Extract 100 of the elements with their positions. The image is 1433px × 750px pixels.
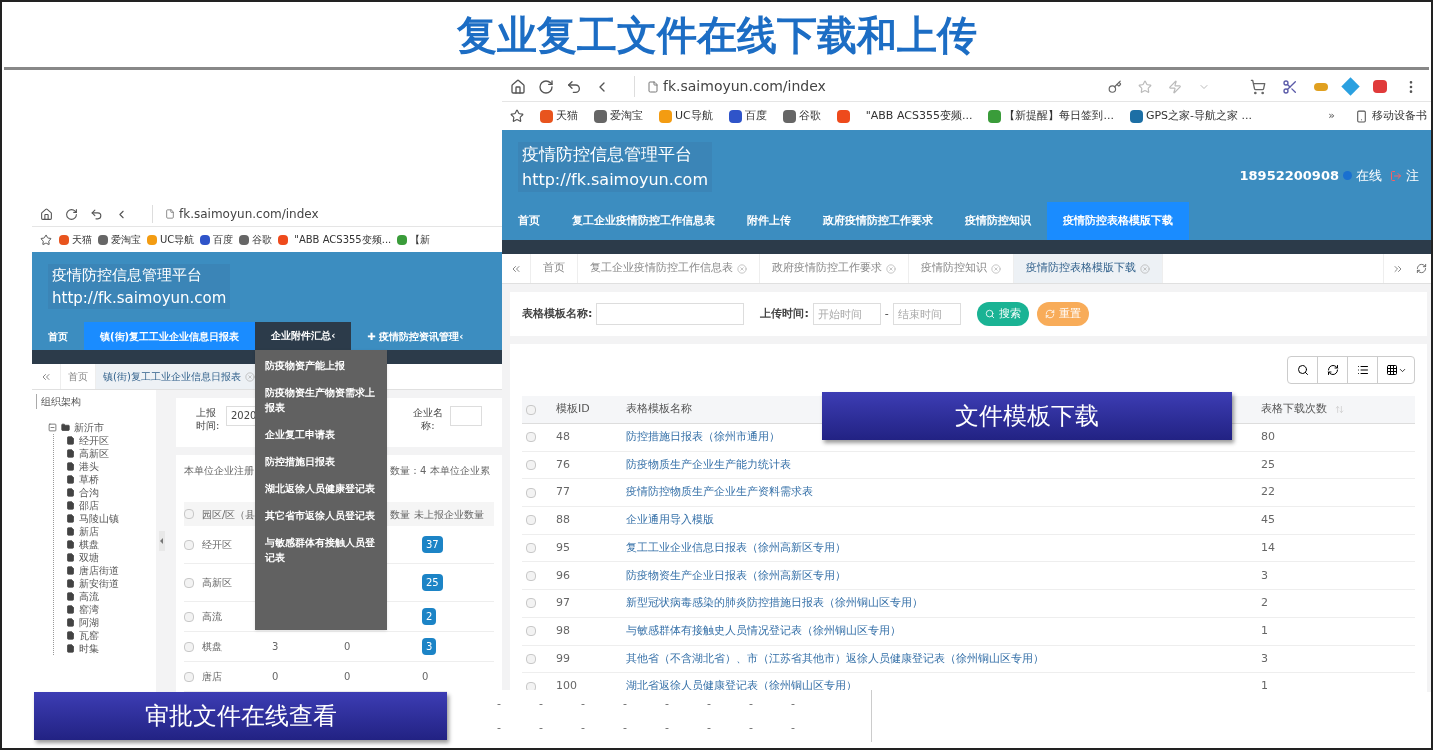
page-tab[interactable]: 首页 xyxy=(531,254,578,283)
bookmark-link[interactable]: 爱淘宝 xyxy=(111,232,141,247)
table-cell-text: 96 xyxy=(556,567,571,584)
nav-item[interactable]: 政府疫情防控工作要求 xyxy=(807,202,949,240)
table-cell-text: 45 xyxy=(1261,512,1276,529)
range-separator: - xyxy=(884,305,889,322)
table-cell: - xyxy=(706,695,711,712)
tree-item[interactable]: 棋盘 xyxy=(79,537,99,552)
tree-item[interactable]: 时集 xyxy=(79,641,99,656)
template-link[interactable]: 防控措施日报表（徐州市通用） xyxy=(626,429,780,446)
start-time-field[interactable]: 开始时间 xyxy=(812,303,881,325)
menu-item[interactable]: 湖北返徐人员健康登记表 xyxy=(265,481,377,496)
template-link[interactable]: 防疫物质生产企业生产能力统计表 xyxy=(626,456,791,474)
url-text: fk.saimoyun.com/index xyxy=(663,77,826,96)
page-tab[interactable]: 政府疫情防控工作要求 xyxy=(760,254,909,283)
column-header[interactable]: 表格下载次数 xyxy=(1261,401,1327,418)
tree-item[interactable]: 马陵山镇 xyxy=(79,511,119,526)
nav-item[interactable]: 企业附件汇总‹ xyxy=(255,322,352,350)
bookmark-link[interactable]: 【新 xyxy=(410,232,431,247)
menu-item[interactable]: 防疫物资生产物资需求上报表 xyxy=(265,385,377,415)
menu-item[interactable]: 防控措施日报表 xyxy=(265,454,377,469)
menu-item[interactable]: 企业复工申请表 xyxy=(265,427,377,442)
tree-item[interactable]: 新安街道 xyxy=(79,576,119,591)
nav-item[interactable]: 附件上传 xyxy=(731,202,807,240)
page-tab[interactable]: 疫情防控表格模版下载 xyxy=(1014,254,1163,283)
table-cell-text: 棋盘 xyxy=(202,640,222,654)
table-cell-text: - xyxy=(706,720,711,736)
template-link[interactable]: 其他省（不含湖北省）、市（江苏省其他市）返徐人员健康登记表（徐州铜山区专用） xyxy=(626,650,1044,668)
site-url: http://fk.saimoyun.com xyxy=(522,168,708,191)
summary-text: 数量：4 本单位企业累 xyxy=(390,464,490,478)
tree-item[interactable]: 唐店街道 xyxy=(79,563,119,578)
nav-item[interactable]: ✚ 疫情防控资讯管理‹ xyxy=(351,322,480,350)
table-cell-text: 经开区 xyxy=(202,538,232,552)
bookmark-link[interactable]: UC导航 xyxy=(160,232,195,247)
bookmark-link[interactable]: 天猫 xyxy=(72,232,92,247)
site-url: http://fk.saimoyun.com xyxy=(52,287,227,309)
table-cell-text: 0 xyxy=(344,640,351,654)
end-time-field[interactable]: 结束时间 xyxy=(892,303,961,325)
menu-item[interactable]: 防疫物资产能上报 xyxy=(265,358,377,373)
page-tab[interactable]: 复工企业疫情防控工作信息表 xyxy=(578,254,760,283)
table-cell-text: - xyxy=(790,720,795,736)
table-cell-text: - xyxy=(622,720,627,736)
template-link[interactable]: 防疫物资生产企业日报表（徐州高新区专用） xyxy=(626,567,846,585)
tree-item[interactable]: 高新区 xyxy=(79,446,109,461)
table-cell: - xyxy=(790,695,795,712)
tree-item[interactable]: 阿湖 xyxy=(79,615,99,630)
url-text: fk.saimoyun.com/index xyxy=(179,206,319,223)
nav-item[interactable]: 首页 xyxy=(502,202,556,240)
bookmark-link[interactable]: 天猫 xyxy=(556,107,578,125)
site-title: 疫情防控信息管理平台 xyxy=(522,143,693,166)
bookmark-link[interactable]: UC导航 xyxy=(675,107,713,125)
table-cell-text: - xyxy=(664,720,669,736)
table-cell-text: 76 xyxy=(556,456,571,473)
table-cell-text: 95 xyxy=(556,539,571,556)
address-bar[interactable]: fk.saimoyun.com/index xyxy=(634,76,1096,97)
table-cell: - xyxy=(622,695,627,712)
tree-item[interactable]: 港头 xyxy=(79,459,99,474)
tree-item[interactable]: 新店 xyxy=(79,524,99,539)
table-cell-text: - xyxy=(580,720,585,736)
tree-item[interactable]: 草桥 xyxy=(79,472,99,487)
table-cell-text: 1 xyxy=(1261,622,1269,639)
bookmark-link[interactable]: 谷歌 xyxy=(252,232,273,247)
bookmark-link[interactable]: 【新提醒】每日签到... xyxy=(1004,107,1114,125)
tree-item[interactable]: 双塘 xyxy=(79,550,99,565)
table-cell-text: 48 xyxy=(556,429,571,446)
nav-item[interactable]: 首页 xyxy=(32,322,84,350)
bookmark-link[interactable]: 百度 xyxy=(744,107,767,125)
menu-item[interactable]: 其它省市返徐人员登记表 xyxy=(265,508,377,523)
bookmark-link[interactable]: GPS之家-导航之家 ... xyxy=(1145,107,1252,125)
template-link[interactable]: 复工工业企业信息日报表（徐州高新区专用） xyxy=(626,539,846,557)
tree-item[interactable]: 邵店 xyxy=(79,498,99,513)
template-link[interactable]: 企业通用导入模版 xyxy=(626,512,714,529)
table-cell-text: 0 xyxy=(344,670,351,684)
tree-item[interactable]: 瓦窑 xyxy=(79,628,99,643)
tree-item[interactable]: 新沂市 xyxy=(74,420,104,435)
table-cell-text: 98 xyxy=(556,622,571,639)
more-bookmarks[interactable]: » xyxy=(1328,107,1335,125)
template-link[interactable]: 疫情防控物质生产企业生产资料需求表 xyxy=(626,484,813,501)
template-link[interactable]: 新型冠状病毒感染的肺炎防控措施日报表（徐州铜山区专用） xyxy=(626,595,923,612)
bookmark-link[interactable]: 谷歌 xyxy=(798,107,821,125)
bookmark-link[interactable]: 百度 xyxy=(213,232,234,247)
status-text: 在线 xyxy=(1356,167,1382,185)
template-link[interactable]: 与敏感群体有接触史人员情况登记表（徐州铜山区专用） xyxy=(626,622,901,640)
bookmark-link[interactable]: 爱淘宝 xyxy=(610,107,643,125)
address-bar[interactable]: fk.saimoyun.com/index xyxy=(152,205,494,223)
bookmark-link[interactable]: "ABB ACS355变频... xyxy=(865,107,973,125)
tree-item[interactable]: 经开区 xyxy=(79,433,109,448)
tree-item[interactable]: 窑湾 xyxy=(79,602,99,617)
tree-item[interactable]: 高流 xyxy=(79,589,99,604)
table-cell: - xyxy=(580,695,585,712)
bookmark-link[interactable]: "ABB ACS355变频... xyxy=(294,232,392,247)
menu-item[interactable]: 与敏感群体有接触人员登记表 xyxy=(265,535,377,565)
logout-link[interactable]: 注 xyxy=(1406,166,1419,186)
table-cell-text: - xyxy=(748,720,753,736)
tree-item[interactable]: 合沟 xyxy=(79,485,99,500)
nav-item[interactable]: 疫情防控知识 xyxy=(949,202,1047,240)
table-cell-text: 3 xyxy=(1261,650,1269,667)
bookmark-link[interactable]: 移动设备书 xyxy=(1372,107,1427,125)
nav-item[interactable]: 复工企业疫情防控工作信息表 xyxy=(556,202,731,240)
field-label: 上报时间: xyxy=(196,406,221,432)
